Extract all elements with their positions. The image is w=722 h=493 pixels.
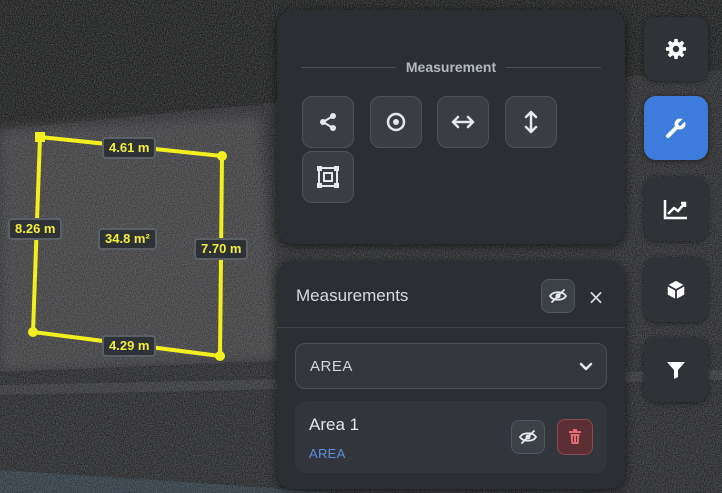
share-nodes-icon: [320, 113, 336, 131]
vertex-handle[interactable]: [217, 151, 227, 161]
vertical-arrows-icon: [524, 110, 538, 134]
vertex-handle[interactable]: [215, 351, 225, 361]
cube-icon: [667, 280, 685, 300]
bottom-edge-length-label: 4.29 m: [102, 335, 157, 357]
measurement-tools-panel: Measurement: [277, 10, 625, 244]
chevron-down-icon: [579, 362, 593, 371]
settings-button[interactable]: [644, 17, 708, 81]
distance-tool-button[interactable]: [302, 96, 354, 148]
vertical-distance-tool-button[interactable]: [505, 96, 557, 148]
horizontal-distance-tool-button[interactable]: [437, 96, 489, 148]
target-point-icon: [386, 112, 406, 132]
gear-icon: [665, 38, 687, 60]
measurement-list-item[interactable]: Area 1 AREA: [295, 401, 607, 473]
horizontal-arrows-icon: [451, 115, 475, 129]
selected-type: AREA: [310, 358, 353, 375]
measurement-name: Area 1: [309, 415, 360, 434]
measurements-panel: Measurements × AREA Area 1 AREA: [277, 261, 625, 489]
filter-button[interactable]: [644, 338, 708, 402]
divider-line: [506, 66, 602, 68]
vertex-handle[interactable]: [35, 132, 45, 142]
delete-measurement-button[interactable]: [557, 419, 593, 455]
3d-objects-button[interactable]: [644, 258, 708, 322]
divider-line: [301, 66, 396, 68]
toggle-all-visibility-button[interactable]: [541, 279, 575, 313]
filter-icon: [667, 362, 685, 379]
wrench-icon: [666, 117, 687, 138]
area-value-label: 34.8 m²: [98, 228, 157, 250]
eye-slash-icon: [518, 430, 538, 444]
panel-divider: [277, 327, 625, 328]
measurement-section-header: Measurement: [301, 58, 602, 76]
top-edge-length-label: 4.61 m: [102, 137, 157, 159]
trash-icon: [569, 429, 581, 444]
close-panel-button[interactable]: ×: [586, 287, 606, 307]
area-tool-button[interactable]: [302, 151, 354, 203]
vertex-handle[interactable]: [28, 327, 38, 337]
left-edge-length-label: 8.26 m: [8, 218, 63, 240]
line-chart-icon: [663, 200, 687, 220]
area-selection-icon: [317, 166, 339, 188]
item-visibility-button[interactable]: [511, 420, 545, 454]
measurement-tools-button[interactable]: [644, 96, 708, 160]
measurement-section-title: Measurement: [405, 59, 497, 75]
eye-slash-icon: [548, 289, 568, 303]
measurements-panel-title: Measurements: [296, 286, 409, 305]
right-edge-length-label: 7.70 m: [194, 238, 249, 260]
point-tool-button[interactable]: [370, 96, 422, 148]
measurement-type: AREA: [309, 446, 346, 461]
measurement-type-select[interactable]: AREA: [295, 343, 607, 389]
profile-chart-button[interactable]: [644, 177, 708, 241]
